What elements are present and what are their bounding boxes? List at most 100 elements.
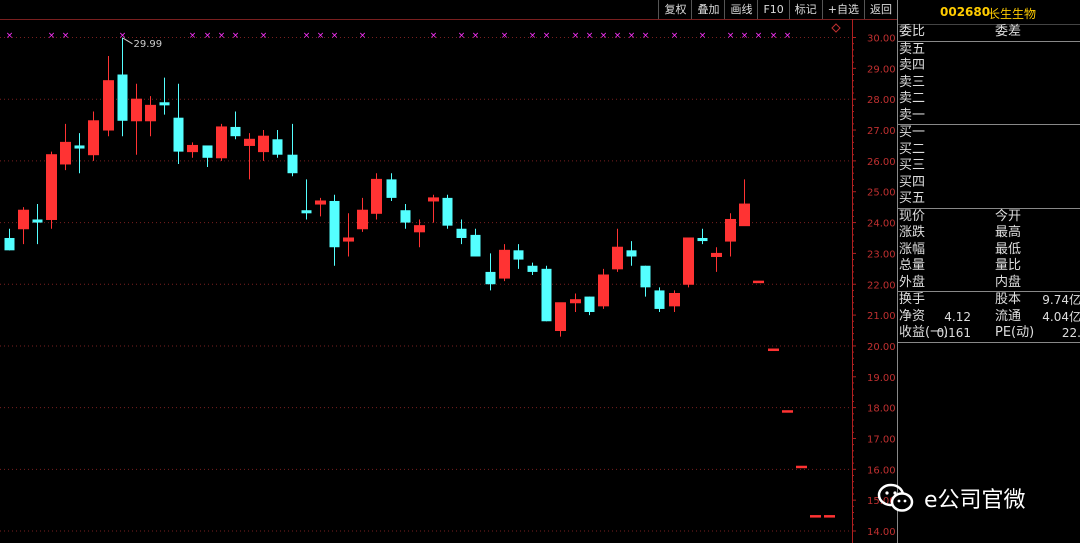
buy1-label: 买一 (899, 125, 926, 140)
share-capital-value: 9.74亿 (1042, 293, 1080, 307)
candle-body-down (654, 290, 665, 309)
watermark-text: e公司官微 (924, 488, 1026, 513)
candle-body-up-fill (244, 139, 255, 146)
candle-body-up-fill (46, 154, 57, 220)
candle-body-up-fill (570, 299, 581, 303)
y-tick-label: 21.00 (867, 311, 896, 322)
candle-body-up-fill (131, 99, 142, 121)
event-marker: × (642, 31, 650, 41)
candle-body-down (74, 145, 85, 149)
event-marker: × (614, 31, 622, 41)
quote-row: 涨跌 最高 (898, 225, 1080, 242)
stock-name: 长生生物 (988, 7, 1037, 21)
back-button[interactable]: 返回 (864, 0, 897, 19)
candle-body-up-fill (343, 237, 354, 242)
event-marker: × (458, 31, 466, 41)
candle-body-up-fill (612, 247, 623, 269)
max-annotation-label: 29.99 (134, 39, 163, 50)
candle-body-down (442, 197, 453, 226)
event-marker: × (741, 31, 749, 41)
low-label: 最低 (995, 241, 1022, 257)
event-marker: × (189, 31, 197, 41)
candle-body-down (485, 271, 496, 285)
event-marker: × (784, 31, 792, 41)
event-marker: × (62, 31, 70, 41)
f10-button[interactable]: F10 (757, 0, 789, 19)
y-tick-label: 30.00 (867, 34, 896, 45)
change-pct-label: 涨幅 (899, 241, 926, 257)
event-marker: × (628, 31, 636, 41)
candle-body-down (230, 126, 241, 137)
candle-body-up-fill (739, 204, 750, 226)
candle-body-up-fill (711, 253, 722, 257)
event-marker: × (501, 31, 509, 41)
buy2-label: 买二 (899, 141, 926, 157)
candle-body-down (697, 237, 708, 242)
high-label: 最高 (995, 225, 1022, 240)
turnover-label: 换手 (899, 292, 926, 307)
event-marker: × (543, 31, 551, 41)
restore-rights-button[interactable]: 复权 (658, 0, 692, 19)
candle-body-up-fill (824, 515, 835, 518)
candle-body-up-fill (315, 200, 326, 205)
weicha-label: 委差 (995, 24, 1022, 39)
pe-label: PE(动) (995, 325, 1035, 340)
stock-code: 002680 (940, 5, 991, 19)
net-assets-value: 4.12 (944, 309, 971, 324)
candle-body-down (117, 74, 128, 121)
sell-row: 卖一 (898, 108, 1080, 125)
y-tick-label: 17.00 (867, 434, 896, 445)
candle-body-up-fill (782, 410, 793, 413)
inner-disk-label: 内盘 (995, 274, 1022, 290)
candle-body-up-fill (683, 237, 694, 285)
y-tick-label: 20.00 (867, 342, 896, 353)
candle-body-down (287, 154, 298, 174)
event-marker: × (727, 31, 735, 41)
candle-body-down (32, 219, 43, 223)
event-marker: × (430, 31, 438, 41)
add-watchlist-button[interactable]: +自选 (821, 0, 864, 19)
mark-button[interactable]: 标记 (788, 0, 822, 19)
pe-value: 22. (1061, 326, 1080, 340)
chart-toolbar: 复权 叠加 画线 F10 标记 +自选 返回 (658, 0, 897, 19)
candle-body-down (470, 234, 481, 257)
candle-body-up-fill (555, 302, 566, 331)
divider (898, 341, 1080, 343)
candle-body-down (173, 117, 184, 152)
y-tick-label: 23.00 (867, 249, 896, 260)
candle-body-down (400, 210, 411, 223)
candle-body-down (301, 210, 312, 214)
candle-body-down (527, 265, 538, 272)
candle-body-down (386, 179, 397, 198)
quote-row: 外盘 内盘 (898, 275, 1080, 292)
event-marker: × (472, 31, 480, 41)
candle-body-down (584, 296, 595, 313)
event-marker: × (232, 31, 240, 41)
candle-body-up-fill (725, 219, 736, 242)
candle-body-up-fill (88, 120, 99, 155)
event-marker: × (600, 31, 608, 41)
candle-body-up-fill (357, 210, 368, 229)
y-tick-label: 27.00 (867, 126, 896, 137)
candle-body-up-fill (145, 105, 156, 121)
candle-body-down (159, 102, 170, 106)
candle-body-down (4, 237, 15, 251)
sell-row: 卖三 (898, 75, 1080, 92)
candle-body-up-fill (60, 142, 71, 164)
y-tick-label: 18.00 (867, 404, 896, 415)
outer-disk-label: 外盘 (899, 274, 926, 290)
event-marker: × (204, 31, 212, 41)
sell4-label: 卖四 (899, 58, 926, 73)
candle-body-up-fill (428, 197, 439, 201)
event-marker: × (359, 31, 367, 41)
sell-row: 卖四 (898, 58, 1080, 75)
overlay-button[interactable]: 叠加 (691, 0, 725, 19)
event-marker: × (6, 31, 14, 41)
axis-diamond-icon (831, 23, 841, 33)
buy-row: 买五 (898, 191, 1080, 208)
y-tick-label: 22.00 (867, 280, 896, 291)
volume-ratio-label: 量比 (995, 258, 1022, 273)
draw-line-button[interactable]: 画线 (724, 0, 758, 19)
buy3-label: 买三 (899, 158, 926, 173)
net-assets-label: 净资 (899, 308, 926, 324)
